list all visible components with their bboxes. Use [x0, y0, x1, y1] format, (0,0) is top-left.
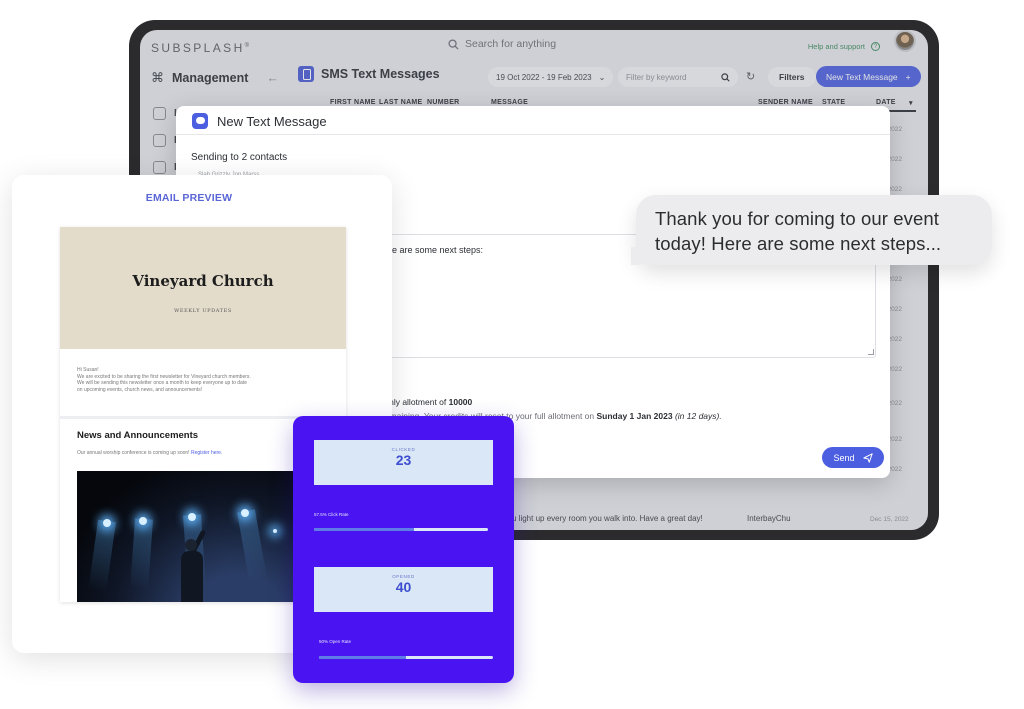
click-rate-label: 57.5% Click Rate — [314, 512, 349, 517]
open-rate-bar — [319, 656, 493, 659]
sms-speech-bubble: Thank you for coming to our event today!… — [631, 195, 992, 265]
modal-title: New Text Message — [192, 113, 327, 129]
allotment-info: nthly allotment of 10000 — [382, 397, 473, 407]
message-text: ere are some next steps: — [384, 245, 484, 255]
click-rate-bar — [314, 528, 488, 531]
conference-text: Our annual worship conference is coming … — [77, 450, 223, 456]
clicked-count: 23 — [395, 452, 412, 468]
opened-count: 40 — [395, 579, 412, 595]
clicked-stat: CLICKED 23 — [314, 440, 493, 485]
email-stats-card: CLICKED 23 57.5% Click Rate OPENED 40 50… — [293, 416, 514, 683]
chat-icon — [192, 113, 208, 129]
opened-stat: OPENED 40 — [314, 567, 493, 612]
email-preview-heading: EMAIL PREVIEW — [145, 192, 233, 204]
paper-plane-icon — [862, 452, 873, 463]
modal-divider — [176, 134, 890, 135]
newsletter-subtitle: WEEKLY UPDATES — [174, 308, 232, 314]
email-hero: Vineyard Church WEEKLY UPDATES — [60, 227, 346, 349]
send-button[interactable]: Send — [822, 447, 884, 468]
textarea-resize-handle[interactable] — [868, 349, 874, 355]
open-rate-label: 50% Open Rate — [319, 639, 352, 644]
composite-stage: SUBSPLASH® Search for anything Help and … — [0, 0, 1024, 709]
email-greeting: Hi Susan! We are excited to be sharing t… — [77, 367, 251, 393]
register-link[interactable]: Register here. — [191, 450, 222, 456]
recipient-count: Sending to 2 contacts — [191, 152, 288, 163]
bubble-text: Thank you for coming to our event today!… — [655, 208, 942, 254]
singer-silhouette — [177, 529, 209, 602]
church-name: Vineyard Church — [132, 272, 274, 290]
news-heading: News and Announcements — [77, 430, 199, 441]
